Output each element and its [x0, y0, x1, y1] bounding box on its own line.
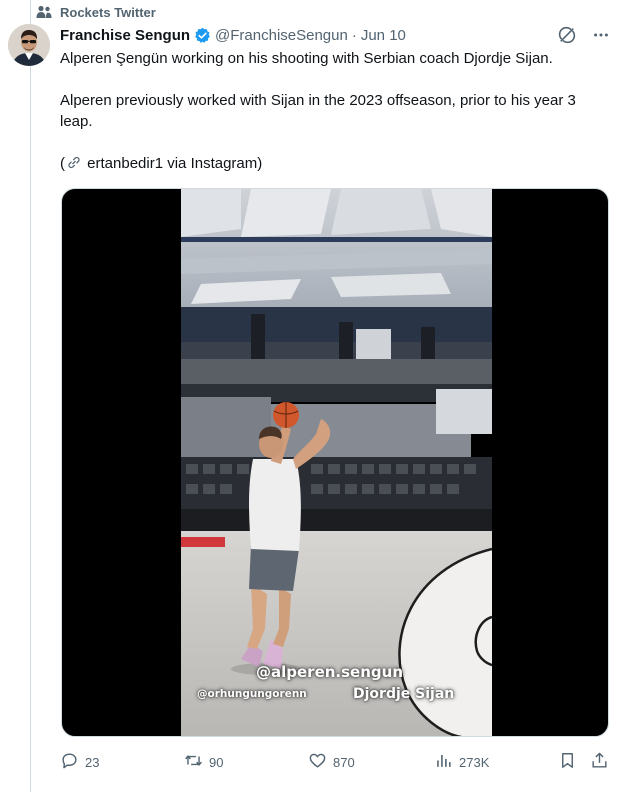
tweet-header: Franchise Sengun @FranchiseSengun · Jun … — [60, 24, 610, 46]
separator-dot: · — [351, 26, 357, 44]
bookmark-icon — [558, 751, 577, 773]
tweet-text: Alperen Şengün working on his shooting w… — [60, 48, 610, 174]
source-credit: ertanbedir1 via Instagram) — [83, 155, 263, 172]
views-chart-icon — [434, 751, 453, 773]
overlay-caption-right: Djordje Sijan — [353, 686, 455, 702]
overlay-mention-left: @orhungungorenn — [197, 688, 307, 700]
repost-count: 90 — [209, 754, 224, 770]
tweet-line-3: ( ertanbedir1 via Instagram) — [60, 153, 610, 174]
grok-icon[interactable] — [558, 26, 576, 44]
link-icon — [65, 155, 83, 172]
share-button[interactable] — [590, 750, 609, 774]
author-display-name[interactable]: Franchise Sengun — [60, 27, 190, 44]
avatar[interactable] — [8, 24, 50, 66]
reply-button[interactable]: 23 — [60, 750, 99, 774]
tweet-line-2: Alperen previously worked with Sijan in … — [60, 92, 576, 130]
share-icon — [590, 751, 609, 773]
overlay-mention-main: @alperen.sengun — [256, 663, 403, 681]
heart-icon — [308, 751, 327, 773]
repost-button[interactable]: 90 — [184, 750, 223, 774]
repost-icon — [184, 751, 203, 773]
action-bar: 23 90 870 273K — [60, 750, 612, 774]
verified-badge-icon[interactable] — [194, 27, 211, 44]
reply-count: 23 — [85, 754, 100, 770]
views-count: 273K — [459, 754, 490, 770]
views-button[interactable]: 273K — [434, 750, 489, 774]
social-context[interactable]: Rockets Twitter — [36, 3, 156, 21]
like-count: 870 — [333, 754, 355, 770]
community-icon — [36, 5, 52, 19]
author-handle[interactable]: @FranchiseSengun — [215, 27, 348, 44]
community-label: Rockets Twitter — [60, 4, 156, 20]
video-still — [181, 189, 492, 736]
bookmark-button[interactable] — [558, 750, 577, 774]
video-frame[interactable]: @alperen.sengun @orhungungorenn Djordje … — [181, 189, 492, 736]
reply-icon — [60, 751, 79, 773]
video-player[interactable]: @alperen.sengun @orhungungorenn Djordje … — [61, 188, 609, 737]
tweet-date[interactable]: Jun 10 — [361, 27, 406, 44]
like-button[interactable]: 870 — [308, 750, 355, 774]
thread-line — [30, 0, 31, 792]
tweet-line-1: Alperen Şengün working on his shooting w… — [60, 50, 553, 67]
more-options-icon[interactable] — [592, 26, 610, 44]
